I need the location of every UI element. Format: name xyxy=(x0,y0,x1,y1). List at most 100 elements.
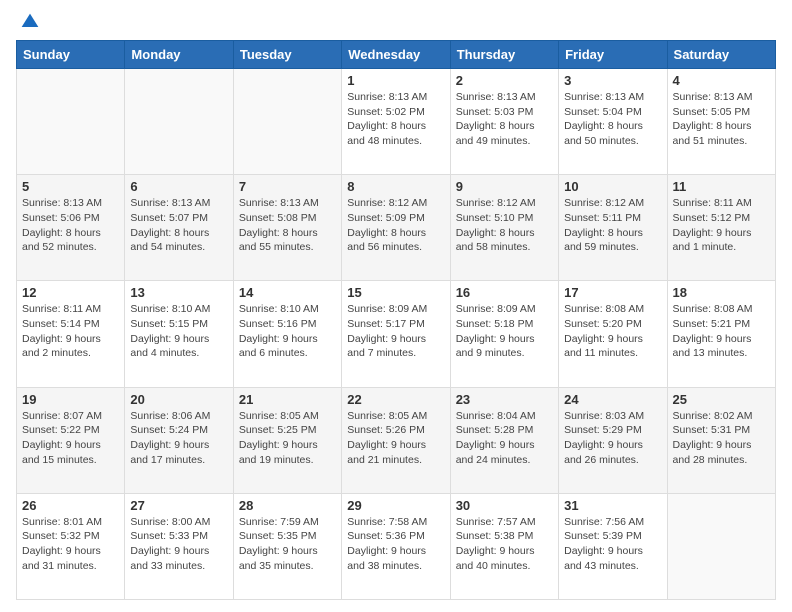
logo xyxy=(16,12,40,32)
page: SundayMondayTuesdayWednesdayThursdayFrid… xyxy=(0,0,792,612)
day-info: Sunrise: 8:09 AMSunset: 5:17 PMDaylight:… xyxy=(347,302,444,361)
day-number: 31 xyxy=(564,498,661,513)
day-info: Sunrise: 8:09 AMSunset: 5:18 PMDaylight:… xyxy=(456,302,553,361)
day-number: 17 xyxy=(564,285,661,300)
weekday-friday: Friday xyxy=(559,41,667,69)
day-cell: 26 Sunrise: 8:01 AMSunset: 5:32 PMDayligh… xyxy=(17,493,125,599)
week-row-3: 19 Sunrise: 8:07 AMSunset: 5:22 PMDayligh… xyxy=(17,387,776,493)
header xyxy=(16,12,776,32)
day-number: 5 xyxy=(22,179,119,194)
week-row-4: 26 Sunrise: 8:01 AMSunset: 5:32 PMDayligh… xyxy=(17,493,776,599)
day-info: Sunrise: 8:11 AMSunset: 5:14 PMDaylight:… xyxy=(22,302,119,361)
day-number: 4 xyxy=(673,73,770,88)
day-info: Sunrise: 8:13 AMSunset: 5:06 PMDaylight:… xyxy=(22,196,119,255)
day-cell: 31 Sunrise: 7:56 AMSunset: 5:39 PMDayligh… xyxy=(559,493,667,599)
day-number: 19 xyxy=(22,392,119,407)
day-cell: 16Sunrise: 8:09 AMSunset: 5:18 PMDayligh… xyxy=(450,281,558,387)
day-info: Sunrise: 8:13 AMSunset: 5:08 PMDaylight:… xyxy=(239,196,336,255)
day-number: 27 xyxy=(130,498,227,513)
day-number: 26 xyxy=(22,498,119,513)
day-number: 7 xyxy=(239,179,336,194)
weekday-sunday: Sunday xyxy=(17,41,125,69)
week-row-1: 5 Sunrise: 8:13 AMSunset: 5:06 PMDaylight… xyxy=(17,175,776,281)
day-cell xyxy=(233,69,341,175)
day-number: 25 xyxy=(673,392,770,407)
day-cell: 22Sunrise: 8:05 AMSunset: 5:26 PMDayligh… xyxy=(342,387,450,493)
day-cell: 12Sunrise: 8:11 AMSunset: 5:14 PMDayligh… xyxy=(17,281,125,387)
day-cell: 7 Sunrise: 8:13 AMSunset: 5:08 PMDaylight… xyxy=(233,175,341,281)
day-number: 13 xyxy=(130,285,227,300)
day-cell: 28Sunrise: 7:59 AMSunset: 5:35 PMDayligh… xyxy=(233,493,341,599)
day-info: Sunrise: 8:08 AMSunset: 5:21 PMDaylight:… xyxy=(673,302,770,361)
day-info: Sunrise: 8:03 AMSunset: 5:29 PMDaylight:… xyxy=(564,409,661,468)
day-cell: 19 Sunrise: 8:07 AMSunset: 5:22 PMDayligh… xyxy=(17,387,125,493)
day-cell xyxy=(667,493,775,599)
day-number: 30 xyxy=(456,498,553,513)
day-number: 20 xyxy=(130,392,227,407)
day-number: 28 xyxy=(239,498,336,513)
weekday-monday: Monday xyxy=(125,41,233,69)
day-number: 21 xyxy=(239,392,336,407)
day-cell: 13 Sunrise: 8:10 AMSunset: 5:15 PMDayligh… xyxy=(125,281,233,387)
day-cell: 9 Sunrise: 8:12 AMSunset: 5:10 PMDaylight… xyxy=(450,175,558,281)
weekday-thursday: Thursday xyxy=(450,41,558,69)
day-cell: 30Sunrise: 7:57 AMSunset: 5:38 PMDayligh… xyxy=(450,493,558,599)
day-number: 2 xyxy=(456,73,553,88)
day-number: 3 xyxy=(564,73,661,88)
day-info: Sunrise: 8:00 AMSunset: 5:33 PMDaylight:… xyxy=(130,515,227,574)
day-cell: 23 Sunrise: 8:04 AMSunset: 5:28 PMDayligh… xyxy=(450,387,558,493)
day-info: Sunrise: 8:07 AMSunset: 5:22 PMDaylight:… xyxy=(22,409,119,468)
day-info: Sunrise: 8:11 AMSunset: 5:12 PMDaylight:… xyxy=(673,196,770,255)
day-info: Sunrise: 8:13 AMSunset: 5:04 PMDaylight:… xyxy=(564,90,661,149)
day-number: 29 xyxy=(347,498,444,513)
day-info: Sunrise: 8:05 AMSunset: 5:25 PMDaylight:… xyxy=(239,409,336,468)
week-row-2: 12Sunrise: 8:11 AMSunset: 5:14 PMDayligh… xyxy=(17,281,776,387)
weekday-wednesday: Wednesday xyxy=(342,41,450,69)
day-cell: 10Sunrise: 8:12 AMSunset: 5:11 PMDayligh… xyxy=(559,175,667,281)
weekday-tuesday: Tuesday xyxy=(233,41,341,69)
day-info: Sunrise: 8:08 AMSunset: 5:20 PMDaylight:… xyxy=(564,302,661,361)
day-info: Sunrise: 8:13 AMSunset: 5:07 PMDaylight:… xyxy=(130,196,227,255)
day-number: 18 xyxy=(673,285,770,300)
day-info: Sunrise: 8:01 AMSunset: 5:32 PMDaylight:… xyxy=(22,515,119,574)
day-info: Sunrise: 8:12 AMSunset: 5:09 PMDaylight:… xyxy=(347,196,444,255)
day-cell xyxy=(125,69,233,175)
day-info: Sunrise: 8:10 AMSunset: 5:15 PMDaylight:… xyxy=(130,302,227,361)
day-info: Sunrise: 8:10 AMSunset: 5:16 PMDaylight:… xyxy=(239,302,336,361)
day-info: Sunrise: 8:02 AMSunset: 5:31 PMDaylight:… xyxy=(673,409,770,468)
week-row-0: 1Sunrise: 8:13 AMSunset: 5:02 PMDaylight… xyxy=(17,69,776,175)
day-cell: 14 Sunrise: 8:10 AMSunset: 5:16 PMDayligh… xyxy=(233,281,341,387)
day-number: 24 xyxy=(564,392,661,407)
day-info: Sunrise: 8:13 AMSunset: 5:03 PMDaylight:… xyxy=(456,90,553,149)
day-cell: 1Sunrise: 8:13 AMSunset: 5:02 PMDaylight… xyxy=(342,69,450,175)
day-number: 23 xyxy=(456,392,553,407)
day-info: Sunrise: 8:13 AMSunset: 5:05 PMDaylight:… xyxy=(673,90,770,149)
day-number: 6 xyxy=(130,179,227,194)
day-cell: 27 Sunrise: 8:00 AMSunset: 5:33 PMDayligh… xyxy=(125,493,233,599)
day-info: Sunrise: 8:12 AMSunset: 5:11 PMDaylight:… xyxy=(564,196,661,255)
day-number: 14 xyxy=(239,285,336,300)
day-cell: 15 Sunrise: 8:09 AMSunset: 5:17 PMDayligh… xyxy=(342,281,450,387)
day-info: Sunrise: 8:12 AMSunset: 5:10 PMDaylight:… xyxy=(456,196,553,255)
day-number: 1 xyxy=(347,73,444,88)
day-number: 9 xyxy=(456,179,553,194)
day-number: 11 xyxy=(673,179,770,194)
logo-icon xyxy=(20,12,40,32)
day-info: Sunrise: 8:06 AMSunset: 5:24 PMDaylight:… xyxy=(130,409,227,468)
day-cell: 25 Sunrise: 8:02 AMSunset: 5:31 PMDayligh… xyxy=(667,387,775,493)
weekday-header-row: SundayMondayTuesdayWednesdayThursdayFrid… xyxy=(17,41,776,69)
day-cell: 21 Sunrise: 8:05 AMSunset: 5:25 PMDayligh… xyxy=(233,387,341,493)
day-info: Sunrise: 8:05 AMSunset: 5:26 PMDaylight:… xyxy=(347,409,444,468)
day-info: Sunrise: 7:56 AMSunset: 5:39 PMDaylight:… xyxy=(564,515,661,574)
day-cell: 6 Sunrise: 8:13 AMSunset: 5:07 PMDaylight… xyxy=(125,175,233,281)
day-number: 15 xyxy=(347,285,444,300)
calendar-table: SundayMondayTuesdayWednesdayThursdayFrid… xyxy=(16,40,776,600)
day-cell: 2 Sunrise: 8:13 AMSunset: 5:03 PMDaylight… xyxy=(450,69,558,175)
day-info: Sunrise: 7:58 AMSunset: 5:36 PMDaylight:… xyxy=(347,515,444,574)
day-cell: 20 Sunrise: 8:06 AMSunset: 5:24 PMDayligh… xyxy=(125,387,233,493)
day-number: 8 xyxy=(347,179,444,194)
day-info: Sunrise: 8:04 AMSunset: 5:28 PMDaylight:… xyxy=(456,409,553,468)
weekday-saturday: Saturday xyxy=(667,41,775,69)
day-cell xyxy=(17,69,125,175)
day-cell: 5 Sunrise: 8:13 AMSunset: 5:06 PMDaylight… xyxy=(17,175,125,281)
